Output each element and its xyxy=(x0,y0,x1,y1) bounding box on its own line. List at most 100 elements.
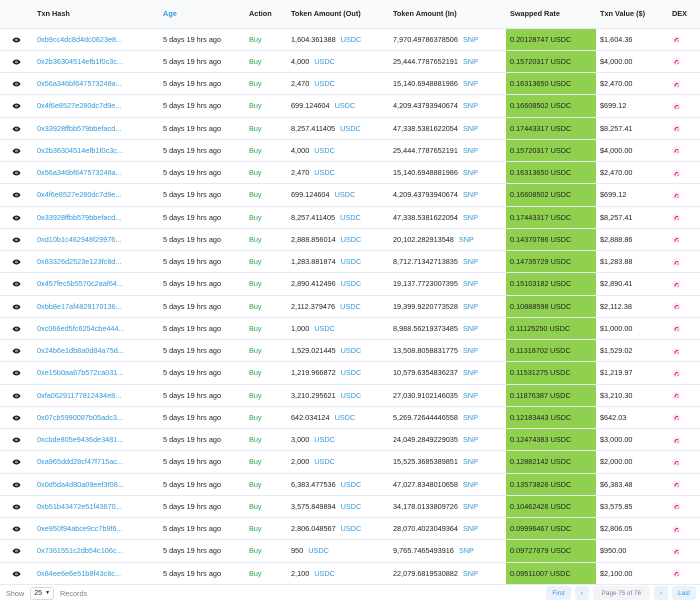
preview-eye-button[interactable] xyxy=(0,117,33,140)
dex-link[interactable] xyxy=(668,450,700,474)
token-in-link[interactable]: SNP xyxy=(463,368,478,377)
preview-eye-button[interactable] xyxy=(0,517,33,541)
txn-hash-link[interactable]: 0x33928ffbb579bbefacd... xyxy=(37,213,121,222)
token-out-link[interactable]: USDC xyxy=(335,101,356,110)
txn-hash-link[interactable]: 0x07cb5990087b05adc3... xyxy=(37,413,123,422)
token-out-link[interactable]: USDC xyxy=(335,190,356,199)
dex-link[interactable] xyxy=(668,72,700,96)
dex-link[interactable] xyxy=(668,206,700,229)
txn-hash-link[interactable]: 0x457fec5b5570c2aaf64... xyxy=(37,279,123,288)
last-page-button[interactable]: Last xyxy=(672,586,696,600)
token-out-link[interactable]: USDC xyxy=(341,502,362,511)
preview-eye-button[interactable] xyxy=(0,272,33,296)
token-in-link[interactable]: SNP xyxy=(459,546,474,555)
dex-link[interactable] xyxy=(668,250,700,274)
txn-hash-link[interactable]: 0xb51b43472e51f43670... xyxy=(37,502,122,511)
txn-hash-link[interactable]: 0x24b6e1db8a0d84a75d... xyxy=(37,346,124,355)
token-out-link[interactable]: USDC xyxy=(314,168,335,177)
token-in-link[interactable]: SNP xyxy=(459,235,474,244)
token-in-link[interactable]: SNP xyxy=(463,35,478,44)
preview-eye-button[interactable] xyxy=(0,28,33,51)
dex-link[interactable] xyxy=(668,139,700,163)
token-in-link[interactable]: SNP xyxy=(463,168,478,177)
token-out-link[interactable]: USDC xyxy=(341,235,362,244)
dex-link[interactable] xyxy=(668,295,700,318)
token-out-link[interactable]: USDC xyxy=(341,524,362,533)
dex-link[interactable] xyxy=(668,361,700,385)
header-age-toggle[interactable]: Age xyxy=(159,0,245,29)
token-out-link[interactable]: USDC xyxy=(341,257,362,266)
dex-link[interactable] xyxy=(668,539,700,563)
token-in-link[interactable]: SNP xyxy=(463,324,478,333)
dex-link[interactable] xyxy=(668,228,700,252)
token-out-link[interactable]: USDC xyxy=(314,435,335,444)
preview-eye-button[interactable] xyxy=(0,361,33,385)
preview-eye-button[interactable] xyxy=(0,183,33,207)
next-page-button[interactable]: › xyxy=(653,586,669,600)
dex-link[interactable] xyxy=(668,117,700,140)
token-out-link[interactable]: USDC xyxy=(308,546,329,555)
preview-eye-button[interactable] xyxy=(0,406,33,430)
txn-hash-link[interactable]: 0x33928ffbb579bbefacd... xyxy=(37,124,121,133)
dex-link[interactable] xyxy=(668,339,700,363)
dex-link[interactable] xyxy=(668,272,700,296)
preview-eye-button[interactable] xyxy=(0,495,33,519)
token-in-link[interactable]: SNP xyxy=(463,524,478,533)
txn-hash-link[interactable]: 0xe950f94abce9cc7b9f6... xyxy=(37,524,123,533)
preview-eye-button[interactable] xyxy=(0,339,33,363)
txn-hash-link[interactable]: 0x56a346bf647573248a... xyxy=(37,79,122,88)
txn-hash-link[interactable]: 0x56a346bf647573248a... xyxy=(37,168,122,177)
txn-hash-link[interactable]: 0x84ee6e6e51b8f43c8c... xyxy=(37,569,121,578)
token-out-link[interactable]: USDC xyxy=(314,146,335,155)
token-out-link[interactable]: USDC xyxy=(314,57,335,66)
token-out-link[interactable]: USDC xyxy=(341,279,362,288)
token-out-link[interactable]: USDC xyxy=(341,346,362,355)
txn-hash-link[interactable]: 0x0d5da4d80a09eef3f08... xyxy=(37,480,124,489)
dex-link[interactable] xyxy=(668,317,700,341)
token-out-link[interactable]: USDC xyxy=(341,391,362,400)
preview-eye-button[interactable] xyxy=(0,139,33,163)
token-in-link[interactable]: SNP xyxy=(463,569,478,578)
token-in-link[interactable]: SNP xyxy=(463,413,478,422)
txn-hash-link[interactable]: 0x2b36304514efb1f0c3c... xyxy=(37,146,123,155)
txn-hash-link[interactable]: 0x4f6e8527e280dc7d9e... xyxy=(37,101,121,110)
token-out-link[interactable]: USDC xyxy=(340,213,361,222)
token-in-link[interactable]: SNP xyxy=(463,391,478,400)
preview-eye-button[interactable] xyxy=(0,295,33,318)
preview-eye-button[interactable] xyxy=(0,206,33,229)
dex-link[interactable] xyxy=(668,183,700,207)
token-in-link[interactable]: SNP xyxy=(463,213,478,222)
txn-hash-link[interactable]: 0xa965ddd28cf47f715ac... xyxy=(37,457,123,466)
token-in-link[interactable]: SNP xyxy=(463,302,478,311)
token-in-link[interactable]: SNP xyxy=(463,457,478,466)
dex-link[interactable] xyxy=(668,161,700,185)
txn-hash-link[interactable]: 0xfa06291177812434e8... xyxy=(37,391,121,400)
txn-hash-link[interactable]: 0x4f6e8527e280dc7d9e... xyxy=(37,190,121,199)
token-out-link[interactable]: USDC xyxy=(340,124,361,133)
txn-hash-link[interactable]: 0xc066ed5fc6254cbe444... xyxy=(37,324,125,333)
dex-link[interactable] xyxy=(668,94,700,118)
dex-link[interactable] xyxy=(668,473,700,496)
prev-page-button[interactable]: ‹ xyxy=(574,586,589,600)
token-in-link[interactable]: SNP xyxy=(463,346,478,355)
txn-hash-link[interactable]: 0xcbde805e9436de3481... xyxy=(37,435,123,444)
dex-link[interactable] xyxy=(668,406,700,430)
preview-eye-button[interactable] xyxy=(0,228,33,252)
preview-eye-button[interactable] xyxy=(0,539,33,563)
txn-hash-link[interactable]: 0xd10b1c462948f29976... xyxy=(37,235,121,244)
token-in-link[interactable]: SNP xyxy=(463,190,478,199)
dex-link[interactable] xyxy=(668,428,700,452)
txn-hash-link[interactable]: 0xe15b0aa67b572ca031... xyxy=(37,368,123,377)
page-size-select[interactable]: 25 ▼ xyxy=(30,586,55,600)
token-in-link[interactable]: SNP xyxy=(463,146,478,155)
token-out-link[interactable]: USDC xyxy=(335,413,356,422)
token-out-link[interactable]: USDC xyxy=(340,302,361,311)
token-in-link[interactable]: SNP xyxy=(463,57,478,66)
txn-hash-link[interactable]: 0xbb8e17af4829170136... xyxy=(37,302,122,311)
preview-eye-button[interactable] xyxy=(0,50,33,74)
txn-hash-link[interactable]: 0x83326d2523e123fc8d... xyxy=(37,257,121,266)
token-in-link[interactable]: SNP xyxy=(463,480,478,489)
token-in-link[interactable]: SNP xyxy=(463,79,478,88)
token-out-link[interactable]: USDC xyxy=(341,368,362,377)
txn-hash-link[interactable]: 0x7361551c2db54c106c... xyxy=(37,546,123,555)
